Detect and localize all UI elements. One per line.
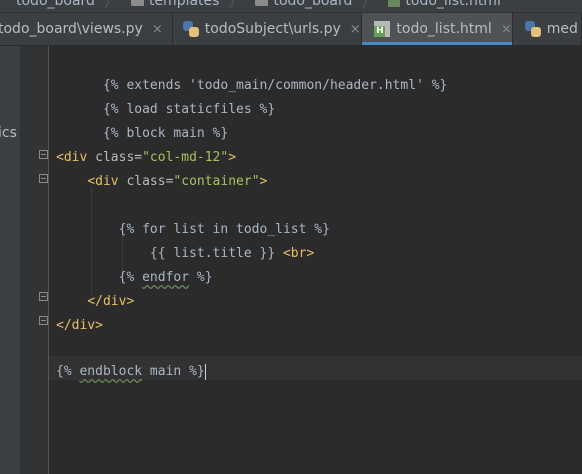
tab-label: todo_board\views.py bbox=[0, 21, 143, 37]
code-line: {% load staticfiles %} bbox=[102, 102, 276, 117]
text-cursor bbox=[204, 363, 206, 380]
editor-tabs: todo_board\views.py × todoSubject\urls.p… bbox=[0, 13, 582, 46]
navigation-breadcrumb: todo_board 〉 templates 〉 todo_board 〉 to… bbox=[0, 0, 582, 13]
editor-gutter bbox=[21, 46, 49, 474]
tab-urls-py[interactable]: todoSubject\urls.py × bbox=[173, 13, 363, 45]
tab-partial[interactable]: med bbox=[513, 13, 582, 45]
project-panel-edge[interactable]: ics bbox=[0, 46, 21, 474]
breadcrumb-label: todo_board bbox=[16, 0, 95, 9]
fold-marker-icon[interactable] bbox=[39, 316, 48, 325]
chevron-right-icon: 〉 bbox=[103, 0, 117, 11]
tab-label: todoSubject\urls.py bbox=[204, 21, 341, 37]
tab-label: todo_list.html bbox=[396, 21, 492, 37]
code-line: </div> bbox=[56, 318, 103, 333]
code-line: {% extends 'todo_main/common/header.html… bbox=[102, 78, 448, 93]
code-line: {{ list.title }} <br> bbox=[149, 246, 315, 261]
folder-icon bbox=[130, 0, 144, 6]
chevron-right-icon: 〉 bbox=[361, 0, 375, 11]
tab-views-py[interactable]: todo_board\views.py × bbox=[0, 13, 173, 45]
html-file-icon: H bbox=[374, 21, 391, 37]
code-line: {% endfor %} bbox=[118, 270, 213, 285]
tab-todo-list-html[interactable]: H todo_list.html × bbox=[362, 13, 513, 45]
code-line: {% for list in todo_list %} bbox=[118, 222, 330, 237]
chevron-right-icon: 〉 bbox=[228, 0, 242, 11]
close-icon[interactable]: × bbox=[152, 22, 163, 37]
fold-marker-icon[interactable] bbox=[39, 292, 48, 301]
code-line: <div class="container"> bbox=[87, 174, 268, 189]
html-file-icon bbox=[388, 0, 401, 7]
fold-marker-icon[interactable] bbox=[39, 174, 48, 183]
code-line: <div class="col-md-12"> bbox=[56, 150, 237, 165]
project-tree-item[interactable]: ics bbox=[0, 123, 20, 143]
code-line: {% block main %} bbox=[102, 126, 229, 141]
breadcrumb-item-project[interactable]: todo_board 〉 bbox=[0, 0, 123, 11]
breadcrumb-label: todo_board bbox=[273, 0, 353, 9]
code-line: </div> bbox=[87, 294, 135, 309]
close-icon[interactable]: × bbox=[350, 22, 361, 37]
code-editor[interactable]: {% extends 'todo_main/common/header.html… bbox=[49, 46, 582, 474]
breadcrumb-item-file[interactable]: todo_list.html bbox=[380, 0, 506, 9]
breadcrumb-label: todo_list.html bbox=[405, 0, 501, 9]
breadcrumb-item-templates[interactable]: templates 〉 bbox=[123, 0, 248, 11]
tab-label: med bbox=[546, 21, 578, 37]
breadcrumb-item-todo-board[interactable]: todo_board 〉 bbox=[247, 0, 380, 11]
python-file-icon bbox=[524, 21, 541, 37]
ide-window: todo_board 〉 templates 〉 todo_board 〉 to… bbox=[0, 0, 582, 474]
close-icon[interactable]: × bbox=[501, 22, 512, 37]
fold-marker-icon[interactable] bbox=[39, 150, 48, 159]
python-file-icon bbox=[182, 21, 199, 37]
folder-icon bbox=[255, 0, 269, 6]
breadcrumb-label: templates bbox=[148, 0, 220, 9]
code-line-current: {% endblock main %} bbox=[56, 363, 206, 380]
